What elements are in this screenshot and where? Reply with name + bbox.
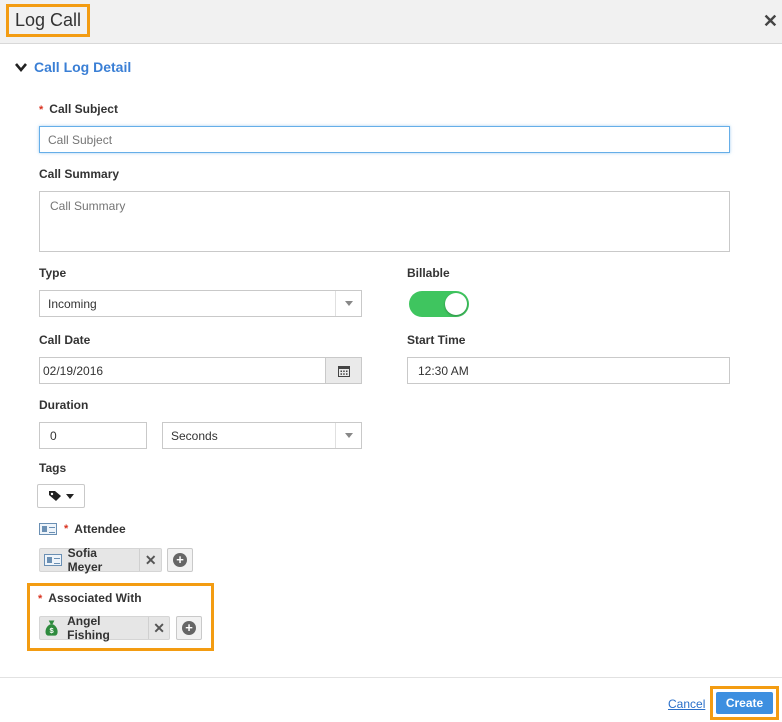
contact-card-icon: [39, 523, 57, 535]
associated-chip-label: Angel Fishing: [67, 614, 110, 642]
type-select[interactable]: Incoming: [39, 290, 362, 317]
tags-label: Tags: [39, 461, 67, 475]
required-mark: *: [39, 104, 44, 116]
plus-icon: +: [173, 553, 187, 567]
tag-icon: [49, 491, 61, 501]
duration-unit-value: Seconds: [171, 428, 218, 443]
call-subject-label: * Call Subject: [39, 102, 118, 116]
duration-value: 0: [50, 428, 57, 443]
money-bag-icon: $: [45, 620, 58, 636]
billable-toggle[interactable]: [409, 291, 469, 317]
caret-down-icon: [344, 301, 353, 306]
attendee-chip: Sofia Meyer ✕: [39, 546, 162, 574]
type-dropdown-arrow: [335, 291, 361, 316]
dialog-title: Log Call: [15, 10, 82, 30]
call-summary-label: Call Summary: [39, 167, 120, 181]
plus-icon: +: [182, 621, 196, 635]
duration-unit-select[interactable]: Seconds: [162, 422, 362, 449]
footer-divider: [0, 677, 782, 678]
add-association-button[interactable]: +: [176, 616, 202, 640]
attendee-label: Attendee: [74, 522, 126, 536]
section-toggle[interactable]: Call Log Detail: [14, 59, 131, 75]
call-date-input[interactable]: 02/19/2016: [39, 357, 326, 384]
caret-down-icon: [66, 493, 74, 499]
duration-label: Duration: [39, 398, 89, 412]
billable-label: Billable: [407, 266, 450, 280]
start-time-value: 12:30 AM: [418, 363, 469, 378]
call-summary-input[interactable]: [39, 191, 730, 252]
call-date-label: Call Date: [39, 333, 91, 347]
associated-with-label: * Associated With: [38, 591, 142, 605]
cancel-link[interactable]: Cancel: [668, 697, 705, 711]
associated-chip: $ Angel Fishing ✕: [39, 614, 170, 642]
duration-unit-arrow: [335, 423, 361, 448]
calendar-button[interactable]: [325, 357, 362, 384]
close-icon[interactable]: ✕: [763, 12, 778, 30]
create-button-highlight: Create: [710, 686, 779, 720]
remove-attendee-icon[interactable]: ✕: [139, 549, 161, 571]
dialog-header: Log Call ✕: [0, 0, 782, 44]
type-value: Incoming: [48, 296, 97, 311]
calendar-icon: [337, 365, 350, 377]
contact-card-icon: [44, 554, 62, 566]
start-time-input[interactable]: 12:30 AM: [407, 357, 730, 384]
dialog-title-highlight: Log Call: [6, 4, 91, 37]
call-date-value: 02/19/2016: [43, 363, 104, 378]
tags-button[interactable]: [37, 484, 85, 508]
create-button[interactable]: Create: [716, 692, 773, 714]
start-time-label: Start Time: [407, 333, 466, 347]
caret-down-icon: [344, 433, 353, 438]
call-subject-input[interactable]: [39, 126, 730, 153]
remove-association-icon[interactable]: ✕: [148, 617, 169, 639]
duration-input[interactable]: 0: [39, 422, 147, 449]
chevron-down-icon: [15, 63, 27, 73]
attendee-label-row: * Attendee: [39, 522, 126, 536]
required-mark: *: [38, 593, 43, 605]
toggle-knob: [445, 293, 467, 315]
attendee-chip-label: Sofia Meyer: [67, 546, 103, 574]
section-title: Call Log Detail: [34, 59, 132, 75]
type-label: Type: [39, 266, 67, 280]
add-attendee-button[interactable]: +: [167, 548, 193, 572]
required-mark: *: [64, 523, 69, 535]
